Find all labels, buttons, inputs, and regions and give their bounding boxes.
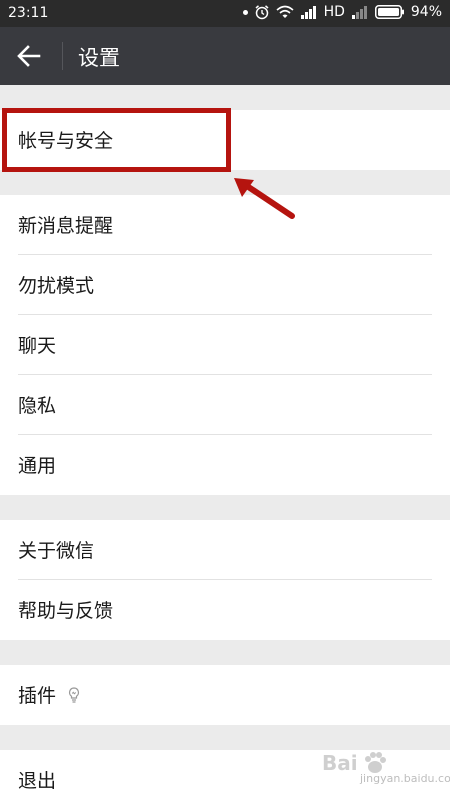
settings-group-account: 帐号与安全 bbox=[0, 110, 450, 170]
settings-item-label: 新消息提醒 bbox=[18, 215, 114, 237]
app-bar: 设置 bbox=[0, 27, 450, 85]
settings-group-about: 关于微信 帮助与反馈 bbox=[0, 520, 450, 640]
settings-item-account-security[interactable]: 帐号与安全 bbox=[0, 110, 450, 170]
settings-item-chat[interactable]: 聊天 bbox=[0, 315, 450, 375]
settings-item-label: 关于微信 bbox=[18, 540, 95, 562]
network-type: HD bbox=[323, 4, 345, 20]
settings-item-label: 勿扰模式 bbox=[18, 275, 95, 297]
status-time: 23:11 bbox=[8, 5, 49, 21]
settings-item-general[interactable]: 通用 bbox=[0, 435, 450, 495]
settings-item-label: 帐号与安全 bbox=[18, 130, 114, 152]
battery-level: 94% bbox=[410, 4, 442, 20]
settings-item-help-feedback[interactable]: 帮助与反馈 bbox=[0, 580, 450, 640]
settings-item-privacy[interactable]: 隐私 bbox=[0, 375, 450, 435]
lightbulb-icon bbox=[68, 687, 80, 703]
back-button[interactable] bbox=[10, 39, 48, 73]
app-bar-divider bbox=[62, 42, 63, 70]
settings-item-about[interactable]: 关于微信 bbox=[0, 520, 450, 580]
arrow-left-icon bbox=[17, 45, 41, 67]
settings-item-notifications[interactable]: 新消息提醒 bbox=[0, 195, 450, 255]
signal-weak-icon bbox=[351, 6, 367, 19]
settings-group-general: 新消息提醒 勿扰模式 聊天 隐私 通用 bbox=[0, 195, 450, 495]
settings-item-label: 退出 bbox=[18, 770, 57, 792]
signal-icon bbox=[300, 6, 316, 19]
page-title: 设置 bbox=[78, 46, 120, 70]
settings-item-label: 通用 bbox=[18, 455, 57, 477]
settings-item-logout[interactable]: 退出 bbox=[0, 750, 450, 800]
status-bar: 23:11 HD 94% bbox=[0, 0, 450, 27]
settings-item-label: 聊天 bbox=[18, 335, 57, 357]
status-icons: HD 94% bbox=[242, 4, 442, 20]
alarm-icon bbox=[255, 5, 269, 20]
settings-group-logout: 退出 bbox=[0, 750, 450, 800]
settings-item-do-not-disturb[interactable]: 勿扰模式 bbox=[0, 255, 450, 315]
notification-dot-icon bbox=[242, 9, 248, 15]
settings-item-plugins[interactable]: 插件 bbox=[0, 665, 450, 725]
settings-group-plugins: 插件 bbox=[0, 665, 450, 725]
settings-item-label: 隐私 bbox=[18, 395, 57, 417]
settings-item-label: 帮助与反馈 bbox=[18, 600, 114, 622]
settings-item-label: 插件 bbox=[18, 685, 57, 707]
wifi-icon bbox=[276, 5, 294, 18]
battery-icon bbox=[374, 5, 404, 19]
